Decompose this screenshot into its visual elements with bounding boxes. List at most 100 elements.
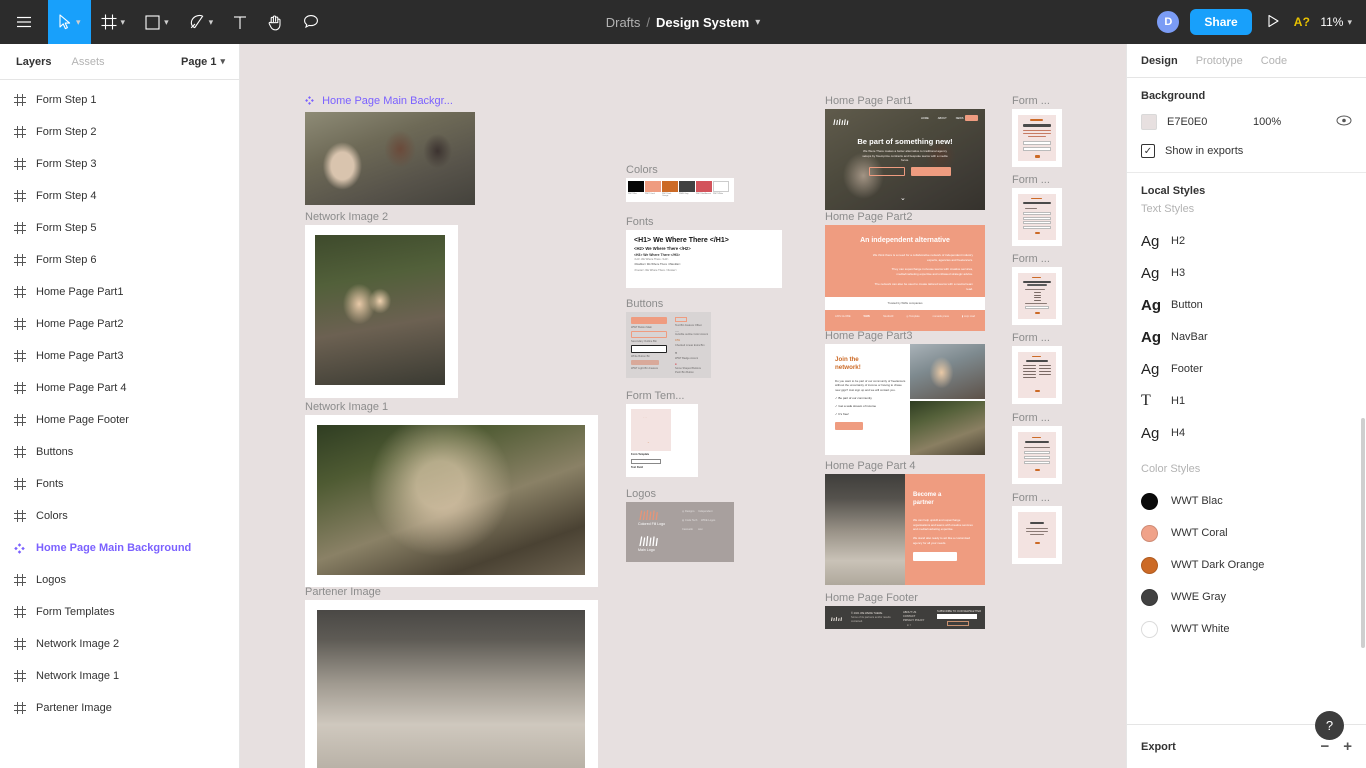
- text-tool-button[interactable]: [223, 0, 257, 44]
- artboard-form-4[interactable]: [1012, 346, 1062, 404]
- frame-label-network-image-2[interactable]: Network Image 2: [305, 211, 388, 223]
- layer-row[interactable]: Home Page Main Background: [0, 532, 239, 564]
- avatar[interactable]: D: [1156, 10, 1181, 34]
- layer-row[interactable]: Form Templates: [0, 596, 239, 628]
- export-remove-button[interactable]: −: [1320, 739, 1329, 754]
- part3-cta-button[interactable]: [835, 422, 863, 430]
- breadcrumb-file-name[interactable]: Design System: [656, 15, 749, 30]
- show-in-exports-row[interactable]: ✓ Show in exports: [1141, 144, 1352, 158]
- frame-label-partener-image[interactable]: Partener Image: [305, 586, 381, 598]
- artboard-home-page-footer[interactable]: © 2021 WE WERE THERE. Some of its partne…: [825, 606, 985, 629]
- scrollbar-thumb[interactable]: [1361, 418, 1365, 648]
- text-style-row[interactable]: Ag H3: [1141, 257, 1352, 289]
- artboard-home-page-main-background[interactable]: [305, 112, 475, 205]
- artboard-form-5[interactable]: [1012, 426, 1062, 484]
- export-add-button[interactable]: +: [1343, 739, 1352, 754]
- layer-row[interactable]: Logos: [0, 564, 239, 596]
- frame-label-buttons[interactable]: Buttons: [626, 298, 663, 310]
- background-color-swatch[interactable]: [1141, 114, 1157, 130]
- tab-design[interactable]: Design: [1141, 55, 1178, 67]
- hero-secondary-button[interactable]: [869, 167, 905, 176]
- frame-label-logos[interactable]: Logos: [626, 488, 656, 500]
- chevron-down-icon[interactable]: ▾: [1347, 17, 1352, 27]
- color-style-row[interactable]: WWT Coral: [1141, 517, 1352, 549]
- artboard-partener-image[interactable]: [305, 600, 598, 768]
- hero-primary-button[interactable]: [911, 167, 951, 176]
- accessibility-button[interactable]: A?: [1294, 15, 1311, 29]
- part4-cta-button[interactable]: [913, 552, 957, 561]
- artboard-home-page-part4[interactable]: Become a partner We can help upskill and…: [825, 474, 985, 585]
- hand-tool-button[interactable]: [257, 0, 293, 44]
- frame-label-home-page-main-background[interactable]: Home Page Main Backgr...: [305, 95, 453, 107]
- zoom-control[interactable]: 11% ▾: [1320, 15, 1352, 29]
- layer-row[interactable]: Buttons: [0, 436, 239, 468]
- layer-row[interactable]: Network Image 2: [0, 628, 239, 660]
- artboard-colors[interactable]: WWT Blac WWT Coral WWT Dark Orange WWE Gray…: [626, 178, 734, 202]
- chevron-down-icon[interactable]: ▾: [76, 17, 81, 27]
- frame-label-form-3[interactable]: Form ...: [1012, 253, 1050, 265]
- artboard-network-image-1[interactable]: [305, 415, 598, 587]
- layer-row[interactable]: Fonts: [0, 468, 239, 500]
- show-in-exports-checkbox[interactable]: ✓: [1141, 144, 1155, 158]
- artboard-form-1[interactable]: [1012, 109, 1062, 167]
- artboard-form-6[interactable]: [1012, 506, 1062, 564]
- color-style-row[interactable]: WWT White: [1141, 613, 1352, 645]
- page-selector[interactable]: Page 1 ▾: [181, 56, 225, 68]
- shape-tool-button[interactable]: ▾: [135, 0, 179, 44]
- nav-links[interactable]: HOME ABOUT NEWS: [921, 117, 964, 121]
- artboard-form-templates[interactable]: · · · → Form Template Text Field: [626, 404, 698, 477]
- layer-row[interactable]: Form Step 4: [0, 180, 239, 212]
- tab-layers[interactable]: Layers: [16, 56, 51, 68]
- chevron-down-icon[interactable]: ▾: [209, 17, 214, 27]
- tab-assets[interactable]: Assets: [71, 56, 104, 68]
- artboard-buttons[interactable]: WWT Button Main Secondary Outline Btn Wh…: [626, 312, 711, 378]
- artboard-form-3[interactable]: [1012, 267, 1062, 325]
- layer-row[interactable]: Home Page Part2: [0, 308, 239, 340]
- layer-row[interactable]: Partener Image: [0, 692, 239, 724]
- pen-tool-button[interactable]: ▾: [179, 0, 224, 44]
- frame-label-fonts[interactable]: Fonts: [626, 216, 654, 228]
- text-style-row[interactable]: Ag H4: [1141, 417, 1352, 449]
- text-style-row[interactable]: Ag Footer: [1141, 353, 1352, 385]
- tab-prototype[interactable]: Prototype: [1196, 55, 1243, 67]
- tab-code[interactable]: Code: [1261, 55, 1287, 67]
- footer-newsletter-input[interactable]: [937, 614, 977, 619]
- layer-row[interactable]: Form Step 2: [0, 116, 239, 148]
- artboard-logos[interactable]: Colored Fill Logo Main Logo ◎ Designo In…: [626, 502, 734, 562]
- frame-label-home-page-footer[interactable]: Home Page Footer: [825, 592, 918, 604]
- artboard-home-page-part3[interactable]: Join the network! Do you want to be part…: [825, 344, 985, 455]
- color-style-row[interactable]: WWT Dark Orange: [1141, 549, 1352, 581]
- frame-label-form-2[interactable]: Form ...: [1012, 174, 1050, 186]
- text-style-row[interactable]: Ag NavBar: [1141, 321, 1352, 353]
- frame-label-home-page-part2[interactable]: Home Page Part2: [825, 211, 912, 223]
- footer-link-privacy[interactable]: PRIVACY POLICY: [903, 619, 924, 623]
- help-button[interactable]: ?: [1315, 711, 1344, 740]
- frame-label-home-page-part1[interactable]: Home Page Part1: [825, 95, 912, 107]
- breadcrumb-project[interactable]: Drafts: [606, 15, 641, 30]
- frame-label-home-page-part3[interactable]: Home Page Part3: [825, 330, 912, 342]
- background-color-hex[interactable]: E7E0E0: [1167, 116, 1253, 128]
- nav-cta-button[interactable]: [965, 115, 978, 121]
- artboard-network-image-2[interactable]: [305, 225, 458, 398]
- frame-label-network-image-1[interactable]: Network Image 1: [305, 401, 388, 413]
- frame-label-form-6[interactable]: Form ...: [1012, 492, 1050, 504]
- background-opacity[interactable]: 100%: [1253, 116, 1309, 128]
- comment-tool-button[interactable]: [293, 0, 329, 44]
- layer-row[interactable]: Colors: [0, 500, 239, 532]
- chevron-down-icon[interactable]: ▾: [755, 17, 760, 28]
- layer-row[interactable]: Form Step 3: [0, 148, 239, 180]
- layer-row[interactable]: Home Page Part3: [0, 340, 239, 372]
- frame-tool-button[interactable]: ▾: [91, 0, 136, 44]
- visibility-eye-icon[interactable]: [1336, 115, 1352, 129]
- artboard-form-2[interactable]: [1012, 188, 1062, 246]
- right-panel-scrollbar[interactable]: [1360, 88, 1366, 768]
- artboard-home-page-part1[interactable]: HOME ABOUT NEWS Be part of something new! …: [825, 109, 985, 210]
- color-style-row[interactable]: WWE Gray: [1141, 581, 1352, 613]
- frame-label-home-page-part4[interactable]: Home Page Part 4: [825, 460, 916, 472]
- footer-newsletter-button[interactable]: [947, 621, 969, 626]
- text-style-row[interactable]: Ag Button: [1141, 289, 1352, 321]
- layer-row[interactable]: Home Page Footer: [0, 404, 239, 436]
- move-tool-button[interactable]: ▾: [48, 0, 91, 44]
- text-style-row[interactable]: T H1: [1141, 385, 1352, 417]
- color-style-row[interactable]: WWT Blac: [1141, 485, 1352, 517]
